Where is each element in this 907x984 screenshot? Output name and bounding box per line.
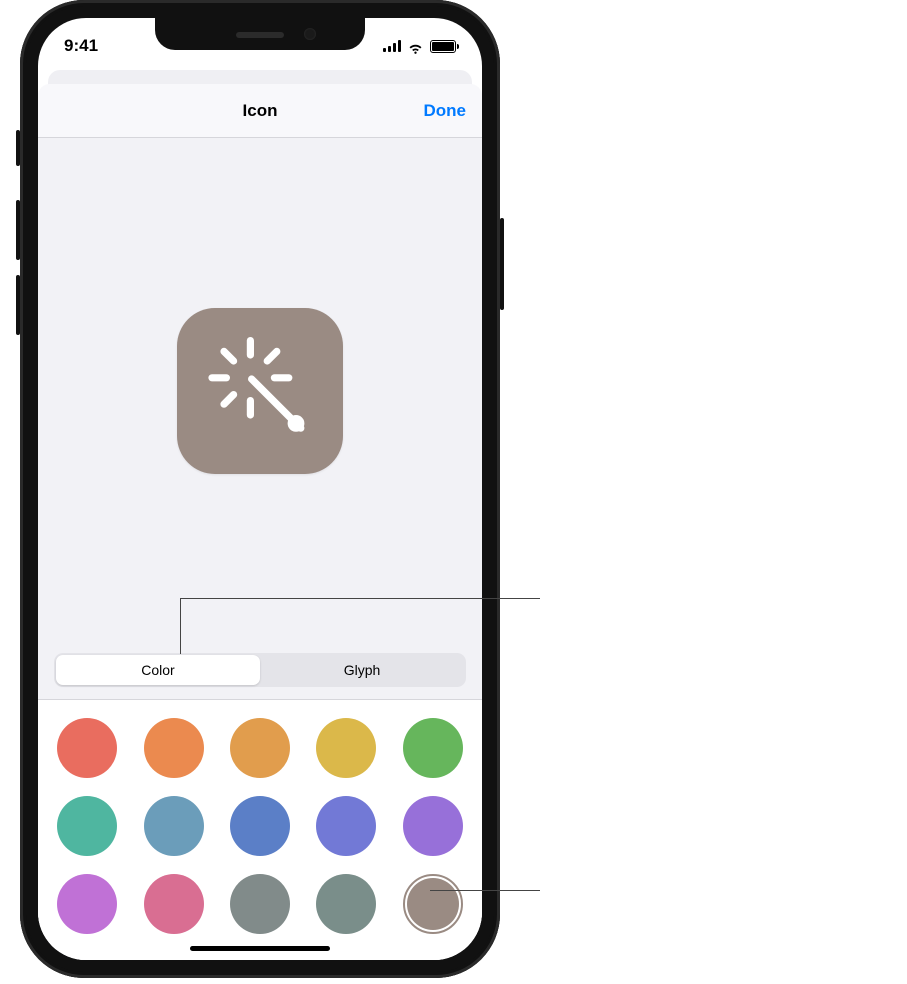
color-swatch-button[interactable] [230,874,290,934]
color-swatch-button[interactable] [403,718,463,778]
status-time: 9:41 [64,26,98,56]
screen: 9:41 Icon Done [38,18,482,960]
color-swatch-button[interactable] [316,874,376,934]
notch [155,18,365,50]
segment-glyph[interactable]: Glyph [260,655,464,685]
color-swatch [403,718,463,778]
color-swatch-button[interactable] [407,878,459,930]
color-swatch [316,718,376,778]
color-swatch [230,718,290,778]
home-indicator[interactable] [190,946,330,951]
color-swatch [144,718,204,778]
color-swatch-button[interactable] [144,874,204,934]
color-swatch-button[interactable] [144,718,204,778]
color-swatch [144,874,204,934]
color-swatch-button[interactable] [403,796,463,856]
magic-wand-icon [200,331,320,451]
color-swatch [316,874,376,934]
color-swatch [57,796,117,856]
wifi-icon [407,40,424,53]
color-swatch-button[interactable] [57,718,117,778]
icon-preview-area [38,138,482,643]
done-button[interactable]: Done [424,84,467,137]
color-swatch-button[interactable] [144,796,204,856]
color-swatch-button[interactable] [316,718,376,778]
color-swatch [230,796,290,856]
color-swatch-button[interactable] [316,796,376,856]
status-indicators [383,30,456,53]
volume-up-button [16,200,20,260]
color-swatch [403,874,463,934]
color-swatch [144,796,204,856]
color-swatch [57,874,117,934]
color-swatch-grid [38,700,482,960]
icon-editor-sheet: Icon Done [38,84,482,960]
color-swatch [403,796,463,856]
sheet-header: Icon Done [38,84,482,138]
color-swatch-button[interactable] [57,796,117,856]
segmented-control-container: ColorGlyph [38,643,482,700]
cellular-signal-icon [383,40,401,52]
mute-switch [16,130,20,166]
segmented-control: ColorGlyph [54,653,466,687]
color-swatch-button[interactable] [230,718,290,778]
icon-preview [177,308,343,474]
color-swatch [57,718,117,778]
iphone-device-frame: 9:41 Icon Done [20,0,500,978]
color-swatch-button[interactable] [57,874,117,934]
battery-icon [430,40,456,53]
color-swatch [316,796,376,856]
sheet-title: Icon [243,101,278,121]
volume-down-button [16,275,20,335]
segment-color[interactable]: Color [56,655,260,685]
color-swatch [230,874,290,934]
power-button [500,218,504,310]
color-swatch-button[interactable] [230,796,290,856]
